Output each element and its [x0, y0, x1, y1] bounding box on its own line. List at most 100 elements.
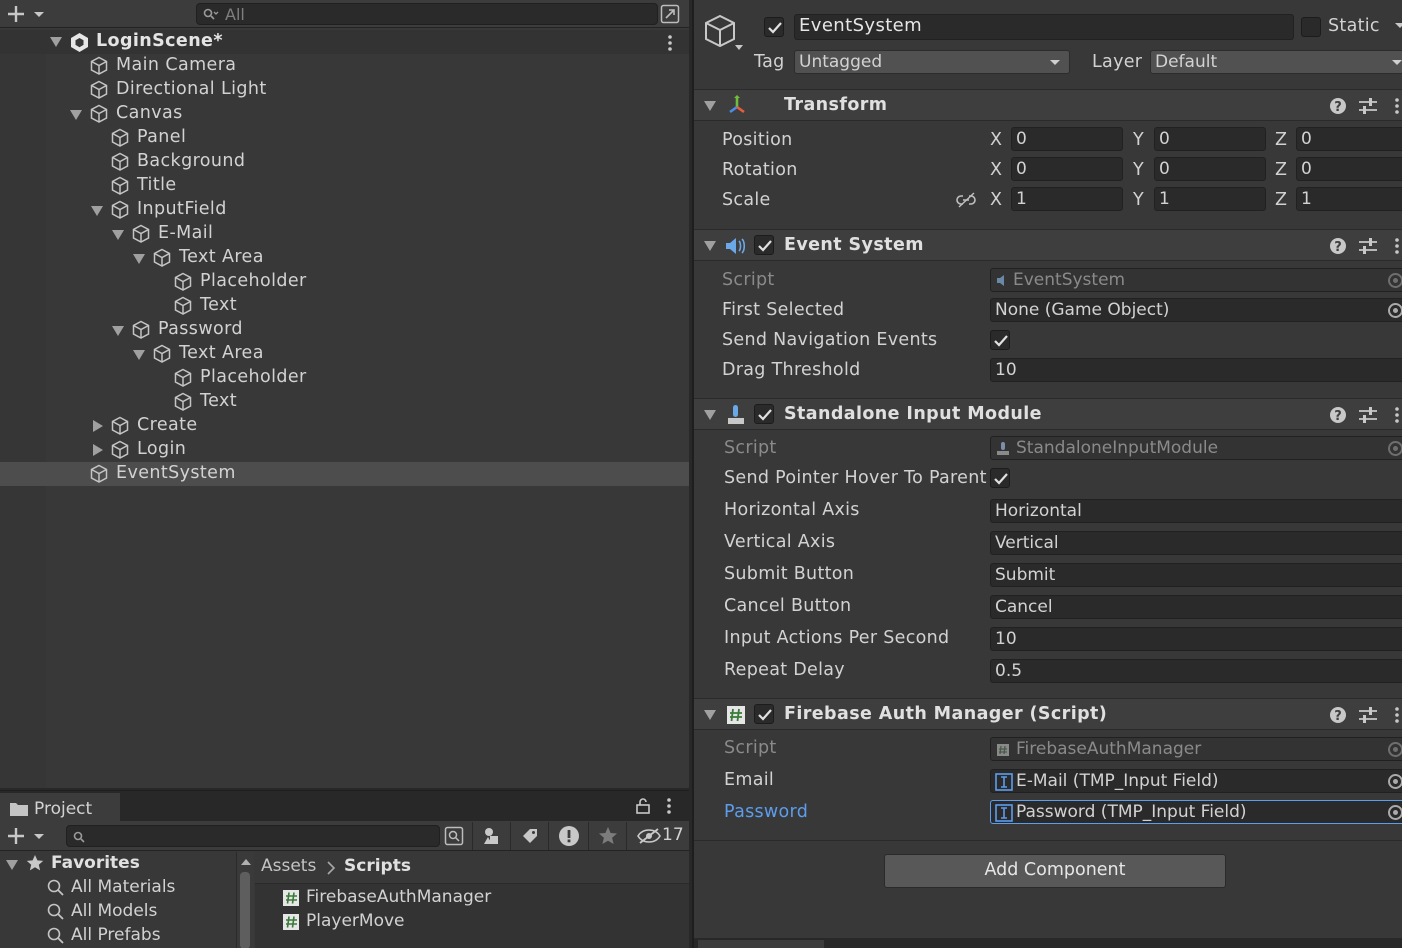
expand-arrow-icon[interactable]	[112, 326, 124, 336]
first-selected-field[interactable]: None (Game Object)	[990, 298, 1402, 322]
hierarchy-item[interactable]: Directional Light	[0, 78, 689, 102]
active-checkbox[interactable]	[764, 17, 784, 37]
kebab-menu-icon[interactable]	[1393, 237, 1401, 255]
scale-x-field[interactable]: 1	[1011, 187, 1123, 211]
hierarchy-item[interactable]: Text	[0, 294, 689, 318]
hierarchy-item[interactable]: Login	[0, 438, 689, 462]
favorites-item[interactable]: All Materials	[0, 876, 236, 900]
object-name-field[interactable]: EventSystem	[794, 14, 1294, 40]
standalone-enabled-checkbox[interactable]	[754, 404, 774, 424]
event-system-header[interactable]: Event System ?	[694, 229, 1402, 261]
collapse-arrow-icon[interactable]	[93, 444, 103, 456]
breadcrumb-assets[interactable]: Assets	[261, 856, 316, 876]
rotation-x-axis-label[interactable]: X	[990, 160, 1002, 180]
object-picker-icon[interactable]	[1388, 303, 1402, 318]
help-icon[interactable]: ?	[1329, 237, 1347, 255]
position-x-field[interactable]: 0	[1011, 127, 1123, 151]
help-icon[interactable]: ?	[1329, 406, 1347, 424]
foldout-arrow-icon[interactable]	[704, 101, 716, 111]
hierarchy-search-input[interactable]: All	[196, 3, 658, 25]
project-tab[interactable]: Project	[0, 793, 120, 821]
expand-arrow-icon[interactable]	[6, 860, 18, 870]
object-picker-icon[interactable]	[1388, 774, 1402, 789]
hierarchy-item[interactable]: E-Mail	[0, 222, 689, 246]
bottom-tab[interactable]	[698, 940, 824, 948]
filter-by-label-button[interactable]	[510, 822, 548, 850]
scroll-up-icon[interactable]	[240, 858, 252, 866]
kebab-menu-icon[interactable]	[1393, 97, 1401, 115]
constrain-proportions-icon[interactable]	[956, 192, 978, 208]
repeat-field[interactable]: 0.5	[990, 659, 1402, 683]
rotation-z-field[interactable]: 0	[1296, 157, 1402, 181]
help-icon[interactable]: ?	[1329, 706, 1347, 724]
drag-threshold-field[interactable]: 10	[990, 358, 1402, 382]
kebab-menu-icon[interactable]	[666, 34, 674, 52]
scale-z-field[interactable]: 1	[1296, 187, 1402, 211]
position-x-axis-label[interactable]: X	[990, 130, 1002, 150]
project-create-button[interactable]	[6, 826, 48, 846]
position-y-axis-label[interactable]: Y	[1133, 130, 1144, 150]
expand-arrow-icon[interactable]	[133, 350, 145, 360]
breadcrumb-scripts[interactable]: Scripts	[344, 856, 411, 876]
project-search-input[interactable]	[66, 825, 440, 847]
presets-icon[interactable]	[1358, 237, 1378, 255]
hierarchy-item[interactable]: EventSystem	[0, 462, 689, 486]
email-object-field[interactable]: E-Mail (TMP_Input Field)	[990, 769, 1402, 793]
scrollbar-thumb[interactable]	[240, 872, 250, 948]
rotation-z-axis-label[interactable]: Z	[1275, 160, 1287, 180]
kebab-menu-icon[interactable]	[1393, 706, 1401, 724]
favorites-item[interactable]: All Prefabs	[0, 924, 236, 948]
filter-by-type-button[interactable]	[472, 822, 510, 850]
presets-icon[interactable]	[1358, 706, 1378, 724]
static-dropdown-icon[interactable]	[1394, 22, 1402, 30]
position-z-field[interactable]: 0	[1296, 127, 1402, 151]
rotation-y-axis-label[interactable]: Y	[1133, 160, 1144, 180]
tag-dropdown[interactable]: Untagged	[794, 50, 1070, 74]
hidden-packages-toggle[interactable]: 17	[626, 822, 689, 850]
open-scene-button[interactable]	[660, 4, 680, 24]
static-checkbox[interactable]	[1301, 17, 1321, 37]
position-y-field[interactable]: 0	[1154, 127, 1266, 151]
hierarchy-item[interactable]: Title	[0, 174, 689, 198]
expand-arrow-icon[interactable]	[133, 254, 145, 264]
firebase-enabled-checkbox[interactable]	[754, 704, 774, 724]
vertical-field[interactable]: Vertical	[990, 531, 1402, 555]
layer-dropdown[interactable]: Default	[1150, 50, 1402, 74]
search-window-icon[interactable]	[444, 826, 464, 846]
kebab-menu-icon[interactable]	[1393, 406, 1401, 424]
submit-field[interactable]: Submit	[990, 563, 1402, 587]
expand-arrow-icon[interactable]	[91, 206, 103, 216]
add-component-button[interactable]: Add Component	[884, 854, 1226, 888]
scale-y-field[interactable]: 1	[1154, 187, 1266, 211]
presets-icon[interactable]	[1358, 97, 1378, 115]
project-file-item[interactable]: FirebaseAuthManager	[255, 886, 689, 910]
password-object-field[interactable]: Password (TMP_Input Field)	[990, 800, 1402, 824]
hierarchy-item[interactable]: Main Camera	[0, 54, 689, 78]
firebase-auth-header[interactable]: Firebase Auth Manager (Script) ?	[694, 698, 1402, 730]
hierarchy-item[interactable]: Text Area	[0, 342, 689, 366]
ips-field[interactable]: 10	[990, 627, 1402, 651]
favorites-row[interactable]: Favorites	[0, 852, 236, 876]
scale-x-axis-label[interactable]: X	[990, 190, 1002, 210]
hierarchy-item[interactable]: Password	[0, 318, 689, 342]
object-picker-icon[interactable]	[1388, 805, 1402, 820]
hover-parent-checkbox[interactable]	[990, 468, 1010, 488]
presets-icon[interactable]	[1358, 406, 1378, 424]
rotation-x-field[interactable]: 0	[1011, 157, 1123, 181]
save-search-button[interactable]	[588, 822, 626, 850]
foldout-arrow-icon[interactable]	[704, 241, 716, 251]
expand-arrow-icon[interactable]	[70, 110, 82, 120]
filter-by-log-button[interactable]	[548, 822, 588, 850]
expand-arrow-icon[interactable]	[50, 37, 62, 47]
cancel-field[interactable]: Cancel	[990, 595, 1402, 619]
hierarchy-item[interactable]: Background	[0, 150, 689, 174]
foldout-arrow-icon[interactable]	[704, 710, 716, 720]
hierarchy-item[interactable]: Canvas	[0, 102, 689, 126]
hierarchy-item[interactable]: Placeholder	[0, 366, 689, 390]
hierarchy-item[interactable]: Create	[0, 414, 689, 438]
project-scrollbar[interactable]	[236, 852, 254, 948]
position-z-axis-label[interactable]: Z	[1275, 130, 1287, 150]
transform-header[interactable]: Transform ?	[694, 89, 1402, 121]
hierarchy-item[interactable]: Text	[0, 390, 689, 414]
horizontal-field[interactable]: Horizontal	[990, 499, 1402, 523]
